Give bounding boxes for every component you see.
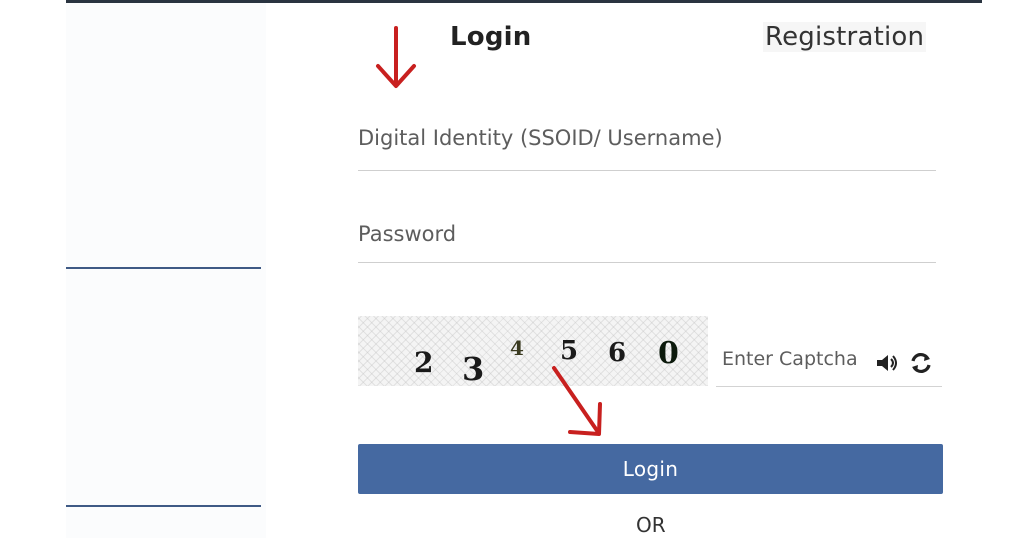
refresh-icon[interactable] — [908, 350, 934, 376]
speaker-icon[interactable] — [874, 350, 900, 376]
login-button[interactable]: Login — [358, 444, 943, 494]
username-input[interactable] — [358, 126, 936, 150]
red-arrow-icon — [552, 366, 602, 436]
left-panel — [66, 3, 266, 538]
tab-login[interactable]: Login — [450, 22, 531, 52]
captcha-digit: 0 — [658, 336, 679, 371]
captcha-digit: 2 — [414, 346, 434, 379]
captcha-input[interactable] — [722, 348, 872, 370]
red-arrow-icon — [376, 26, 416, 88]
left-divider-top — [66, 267, 261, 269]
captcha-digit: 3 — [462, 350, 485, 388]
password-field[interactable] — [358, 222, 936, 263]
captcha-digit: 4 — [510, 336, 524, 360]
password-input[interactable] — [358, 222, 936, 246]
captcha-digit: 6 — [608, 338, 627, 368]
or-separator: OR — [636, 513, 666, 537]
captcha-digit: 5 — [560, 336, 579, 366]
captcha-image: 2 3 4 5 6 0 — [358, 316, 708, 388]
left-divider-bottom — [66, 505, 261, 507]
tab-registration[interactable]: Registration — [763, 22, 927, 52]
username-field[interactable] — [358, 126, 936, 171]
captcha-field[interactable] — [716, 340, 942, 387]
